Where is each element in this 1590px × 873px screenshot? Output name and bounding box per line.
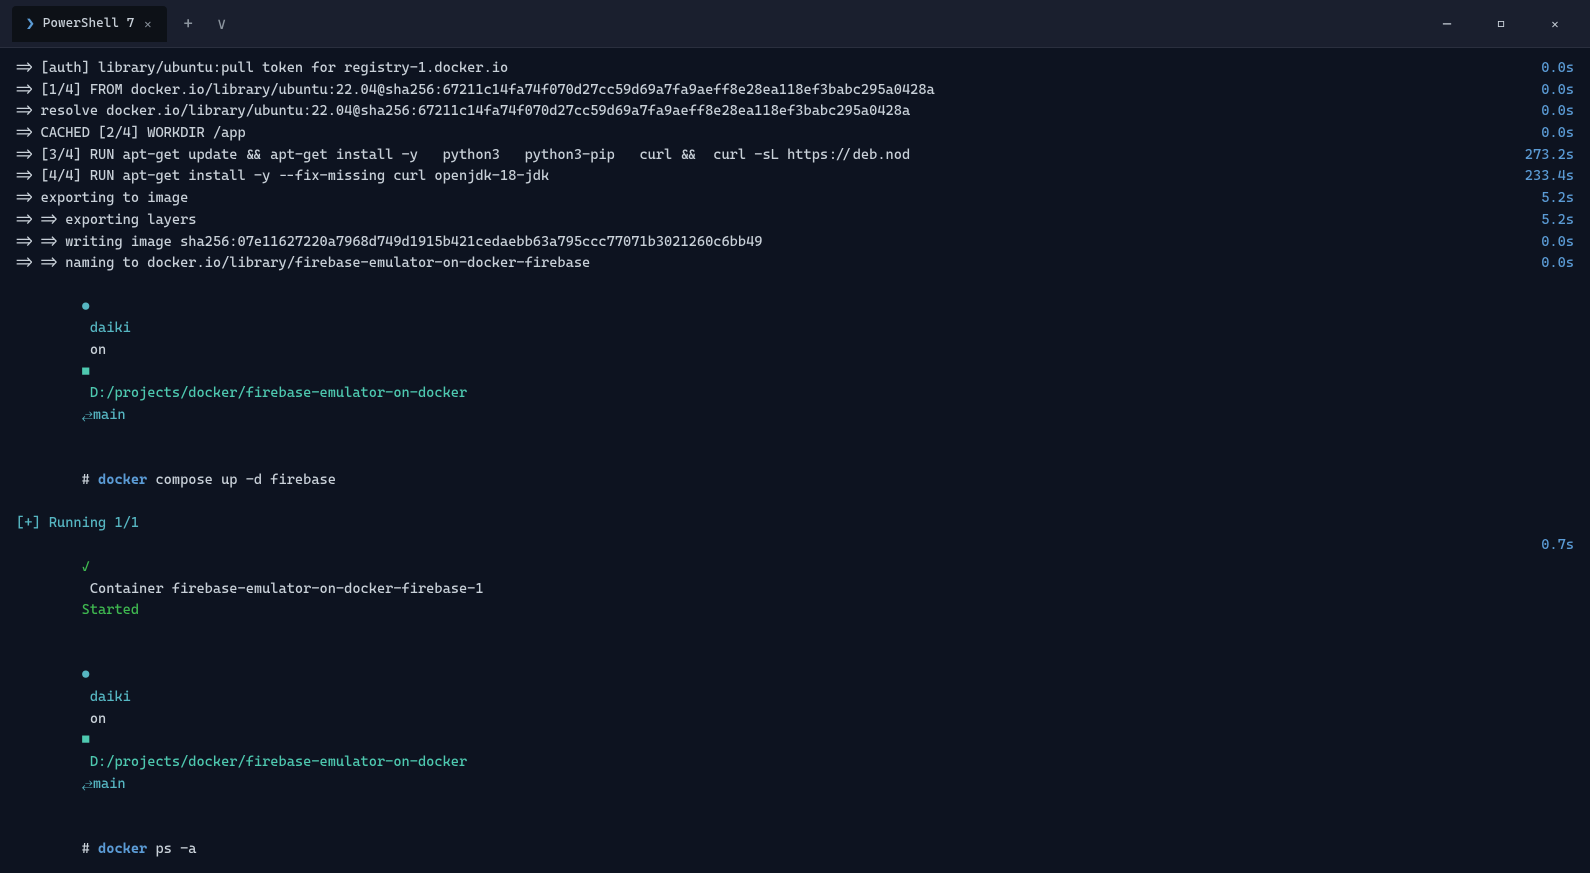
- container-started-line: ✓ Container firebase-emulator-on-docker-…: [16, 535, 1574, 643]
- command-line-2: # docker ps -a: [16, 817, 1574, 873]
- powershell-tab[interactable]: ❯ PowerShell 7 ✕: [12, 6, 167, 42]
- running-line: [+] Running 1/1: [16, 513, 1574, 535]
- tab-label: PowerShell 7: [43, 16, 134, 31]
- terminal-line: => [1/4] FROM docker.io/library/ubuntu:2…: [16, 80, 1574, 102]
- title-bar-left: ❯ PowerShell 7 ✕ + ∨: [12, 6, 1424, 42]
- terminal-line: => [auth] library/ubuntu:pull token for …: [16, 58, 1574, 80]
- terminal-line: => => writing image sha256:07e11627220a7…: [16, 232, 1574, 254]
- title-bar: ❯ PowerShell 7 ✕ + ∨ ─ □ ✕: [0, 0, 1590, 48]
- close-button[interactable]: ✕: [1532, 8, 1578, 40]
- terminal-line: => [4/4] RUN apt-get install -y --fix-mi…: [16, 166, 1574, 188]
- terminal-line: => exporting to image 5.2s: [16, 188, 1574, 210]
- terminal-line: => [3/4] RUN apt-get update && apt-get i…: [16, 145, 1574, 167]
- terminal-line: => CACHED [2/4] WORKDIR /app 0.0s: [16, 123, 1574, 145]
- terminal-line: => resolve docker.io/library/ubuntu:22.0…: [16, 101, 1574, 123]
- command-line: # docker compose up -d firebase: [16, 448, 1574, 513]
- maximize-button[interactable]: □: [1478, 8, 1524, 40]
- terminal-line: => => exporting layers 5.2s: [16, 210, 1574, 232]
- terminal-output[interactable]: => [auth] library/ubuntu:pull token for …: [0, 48, 1590, 873]
- prompt-line: ● daiki on ■ D:/projects/docker/firebase…: [16, 644, 1574, 818]
- app-window: ❯ PowerShell 7 ✕ + ∨ ─ □ ✕ => [auth] lib…: [0, 0, 1590, 873]
- window-controls: ─ □ ✕: [1424, 8, 1578, 40]
- tab-close-button[interactable]: ✕: [142, 17, 153, 31]
- powershell-icon: ❯: [26, 15, 35, 33]
- terminal-line: => => naming to docker.io/library/fireba…: [16, 253, 1574, 275]
- dropdown-button[interactable]: ∨: [209, 10, 235, 37]
- prompt-line: ● daiki on ■ D:/projects/docker/firebase…: [16, 275, 1574, 449]
- minimize-button[interactable]: ─: [1424, 8, 1470, 40]
- new-tab-button[interactable]: +: [175, 10, 200, 37]
